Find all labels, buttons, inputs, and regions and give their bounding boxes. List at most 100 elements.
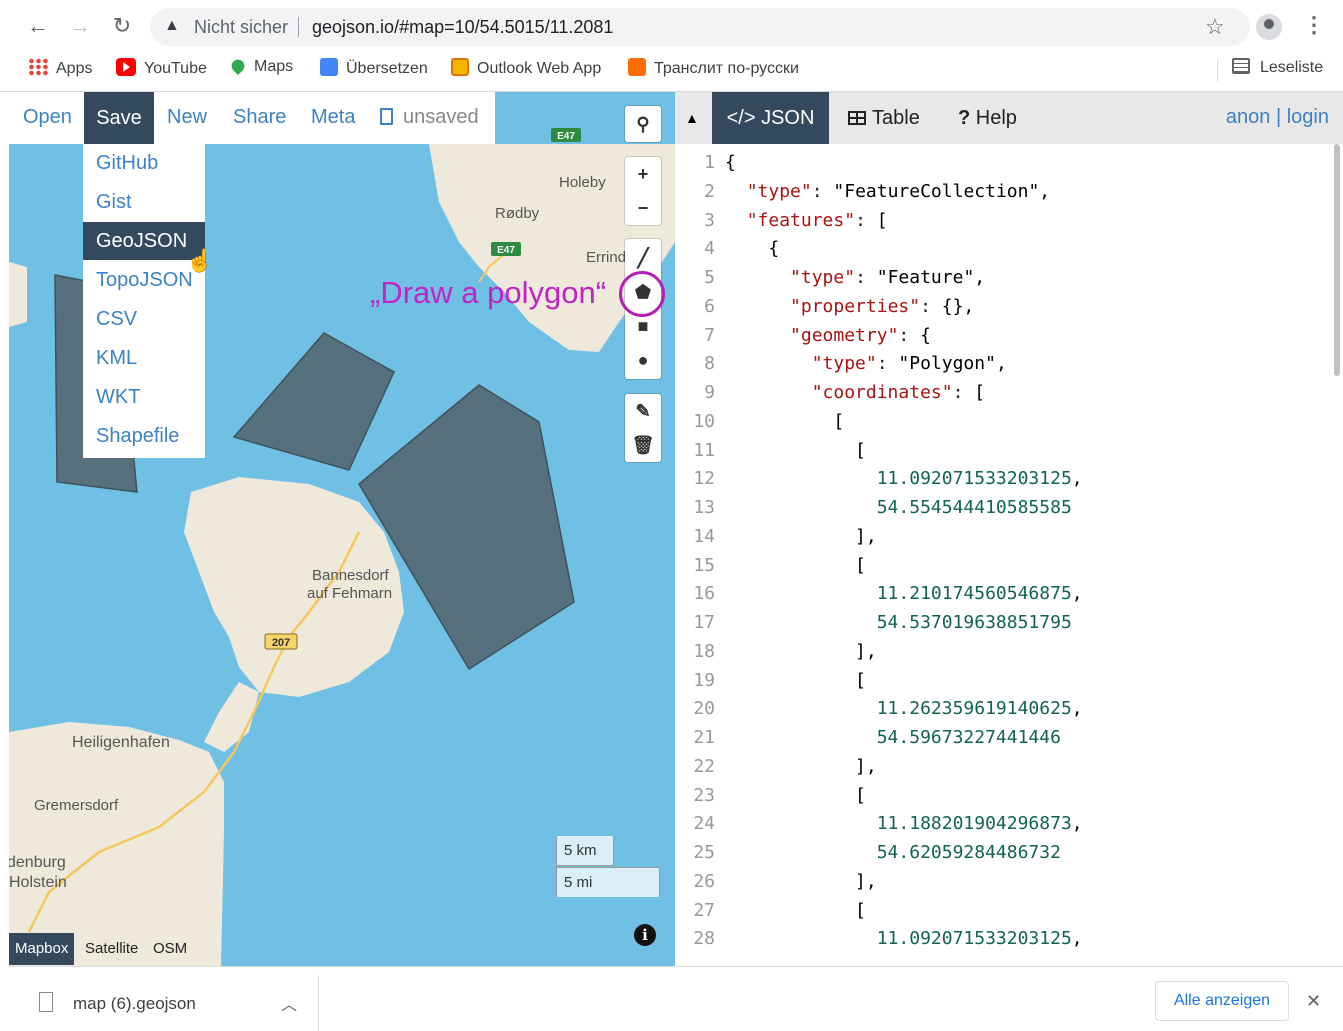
place-bannesdorf: Bannesdorf [312, 567, 390, 584]
url-text[interactable]: geojson.io/#map=10/54.5015/11.2081 [312, 17, 613, 38]
save-option-wkt[interactable]: WKT [83, 378, 205, 416]
anon-link[interactable]: anon [1226, 106, 1271, 128]
tab-help[interactable]: ? Help [958, 92, 1017, 144]
zoom-in-icon[interactable]: + [625, 157, 661, 191]
code-line[interactable]: 12 11.092071533203125, [675, 468, 1335, 497]
code-line[interactable]: 27 [ [675, 900, 1335, 929]
code-text: "features": [ [746, 209, 888, 231]
code-line[interactable]: 22 ], [675, 756, 1335, 785]
code-line[interactable]: 25 54.62059284486732 [675, 842, 1335, 871]
tab-json[interactable]: </> JSON [712, 92, 829, 144]
editor-scrollbar[interactable] [1334, 144, 1340, 376]
downloads-separator [318, 975, 319, 1031]
menu-share[interactable]: Share [233, 106, 286, 129]
line-number: 9 [704, 382, 715, 403]
code-line[interactable]: 15 [ [675, 555, 1335, 584]
code-line[interactable]: 21 54.59673227441446 [675, 727, 1335, 756]
code-line[interactable]: 6 "properties": {}, [675, 296, 1335, 325]
profile-avatar-icon[interactable] [1256, 14, 1282, 40]
code-text: ], [725, 755, 877, 777]
layer-satellite[interactable]: Satellite [79, 933, 144, 965]
bookmark-apps[interactable]: Apps [28, 58, 92, 82]
translit-icon [628, 58, 646, 76]
forward-arrow-icon[interactable]: → [66, 12, 94, 40]
back-arrow-icon[interactable]: ← [24, 12, 52, 40]
line-number: 1 [704, 152, 715, 173]
code-line[interactable]: 10 [ [675, 411, 1335, 440]
layer-osm[interactable]: OSM [147, 933, 193, 965]
collapse-panel-icon[interactable]: ▲ [685, 110, 699, 126]
menu-new[interactable]: New [167, 106, 207, 129]
reload-icon[interactable]: ↻ [108, 12, 136, 40]
code-line[interactable]: 18 ], [675, 641, 1335, 670]
search-icon[interactable]: ⚲ [625, 107, 661, 141]
code-text: "geometry": { [790, 324, 931, 346]
address-bar[interactable]: ▲ Nicht sicher geojson.io/#map=10/54.501… [150, 8, 1250, 46]
save-option-gist[interactable]: Gist [83, 183, 205, 221]
code-line[interactable]: 7 "geometry": { [675, 325, 1335, 354]
code-line[interactable]: 14 ], [675, 526, 1335, 555]
code-text: 54.537019638851795 [876, 612, 1072, 633]
bookmarks-divider [1217, 60, 1218, 82]
save-option-kml[interactable]: KML [83, 339, 205, 377]
tab-help-label: Help [975, 107, 1017, 129]
menu-open[interactable]: Open [23, 106, 72, 129]
edit-toolbar: ✎ 🗑 [625, 394, 661, 462]
menu-meta[interactable]: Meta [311, 106, 355, 129]
code-line[interactable]: 13 54.554544410585585 [675, 497, 1335, 526]
code-line[interactable]: 28 11.092071533203125, [675, 928, 1335, 957]
code-line[interactable]: 9 "coordinates": [ [675, 382, 1335, 411]
bookmark-translate[interactable]: Übersetzen [320, 58, 428, 82]
code-line[interactable]: 8 "type": "Polygon", [675, 353, 1335, 382]
info-icon[interactable]: i [634, 924, 656, 946]
bookmark-outlook[interactable]: Outlook Web App [451, 58, 601, 82]
tab-table[interactable]: Table [848, 92, 920, 144]
line-number: 19 [693, 669, 715, 691]
menu-save[interactable]: Save [84, 92, 154, 144]
code-line[interactable]: 11 [ [675, 440, 1335, 469]
bookmark-label: YouTube [144, 60, 207, 77]
code-text: 11.210174560546875, [876, 583, 1083, 605]
bookmark-youtube[interactable]: YouTube [116, 58, 207, 82]
bookmark-maps[interactable]: Maps [228, 56, 294, 82]
code-line[interactable]: 2 "type": "FeatureCollection", [675, 181, 1335, 210]
code-line[interactable]: 4 { [675, 238, 1335, 267]
login-link[interactable]: login [1287, 106, 1329, 128]
line-number: 18 [693, 640, 715, 662]
code-line[interactable]: 16 11.210174560546875, [675, 583, 1335, 612]
outlook-icon [451, 58, 469, 76]
save-option-shapefile[interactable]: Shapefile [83, 417, 205, 455]
line-number: 15 [693, 554, 715, 576]
show-all-downloads-button[interactable]: Alle anzeigen [1155, 981, 1289, 1021]
code-line[interactable]: 19 [ [675, 670, 1335, 699]
draw-marker-icon[interactable]: ● [625, 343, 661, 377]
edit-layers-icon[interactable]: ✎ [625, 394, 661, 428]
code-line[interactable]: 17 54.537019638851795 [675, 612, 1335, 641]
delete-layers-icon[interactable]: 🗑 [625, 428, 661, 462]
youtube-icon [116, 58, 136, 76]
draw-line-icon[interactable]: ╱ [625, 241, 661, 275]
code-line[interactable]: 23 [ [675, 785, 1335, 814]
code-line[interactable]: 3 "features": [ [675, 210, 1335, 239]
download-filename[interactable]: map (6).geojson [73, 994, 196, 1014]
reading-list[interactable]: Leseliste [1232, 58, 1323, 82]
layer-mapbox[interactable]: Mapbox [9, 933, 75, 965]
json-editor[interactable]: 1{2 "type": "FeatureCollection", 3 "featu… [675, 144, 1335, 966]
bookmark-label: Maps [254, 58, 294, 75]
save-option-github[interactable]: GitHub [83, 144, 205, 182]
code-line[interactable]: 5 "type": "Feature", [675, 267, 1335, 296]
zoom-out-icon[interactable]: − [625, 191, 661, 225]
search-control: ⚲ [625, 106, 661, 142]
code-line[interactable]: 24 11.188201904296873, [675, 813, 1335, 842]
browser-menu-icon[interactable]: ⋮ [1303, 12, 1325, 38]
save-option-csv[interactable]: CSV [83, 300, 205, 338]
translate-icon [320, 58, 338, 76]
bookmark-translit[interactable]: Транслит по-русски [628, 58, 799, 82]
close-icon[interactable]: ✕ [1306, 991, 1321, 1012]
bookmark-star-icon[interactable]: ☆ [1205, 14, 1225, 40]
place-heiligenhafen: Heiligenhafen [72, 734, 170, 751]
code-line[interactable]: 1{ [675, 152, 1335, 181]
code-line[interactable]: 20 11.262359619140625, [675, 698, 1335, 727]
code-line[interactable]: 26 ], [675, 871, 1335, 900]
chevron-up-icon[interactable]: ︿ [281, 991, 297, 1015]
